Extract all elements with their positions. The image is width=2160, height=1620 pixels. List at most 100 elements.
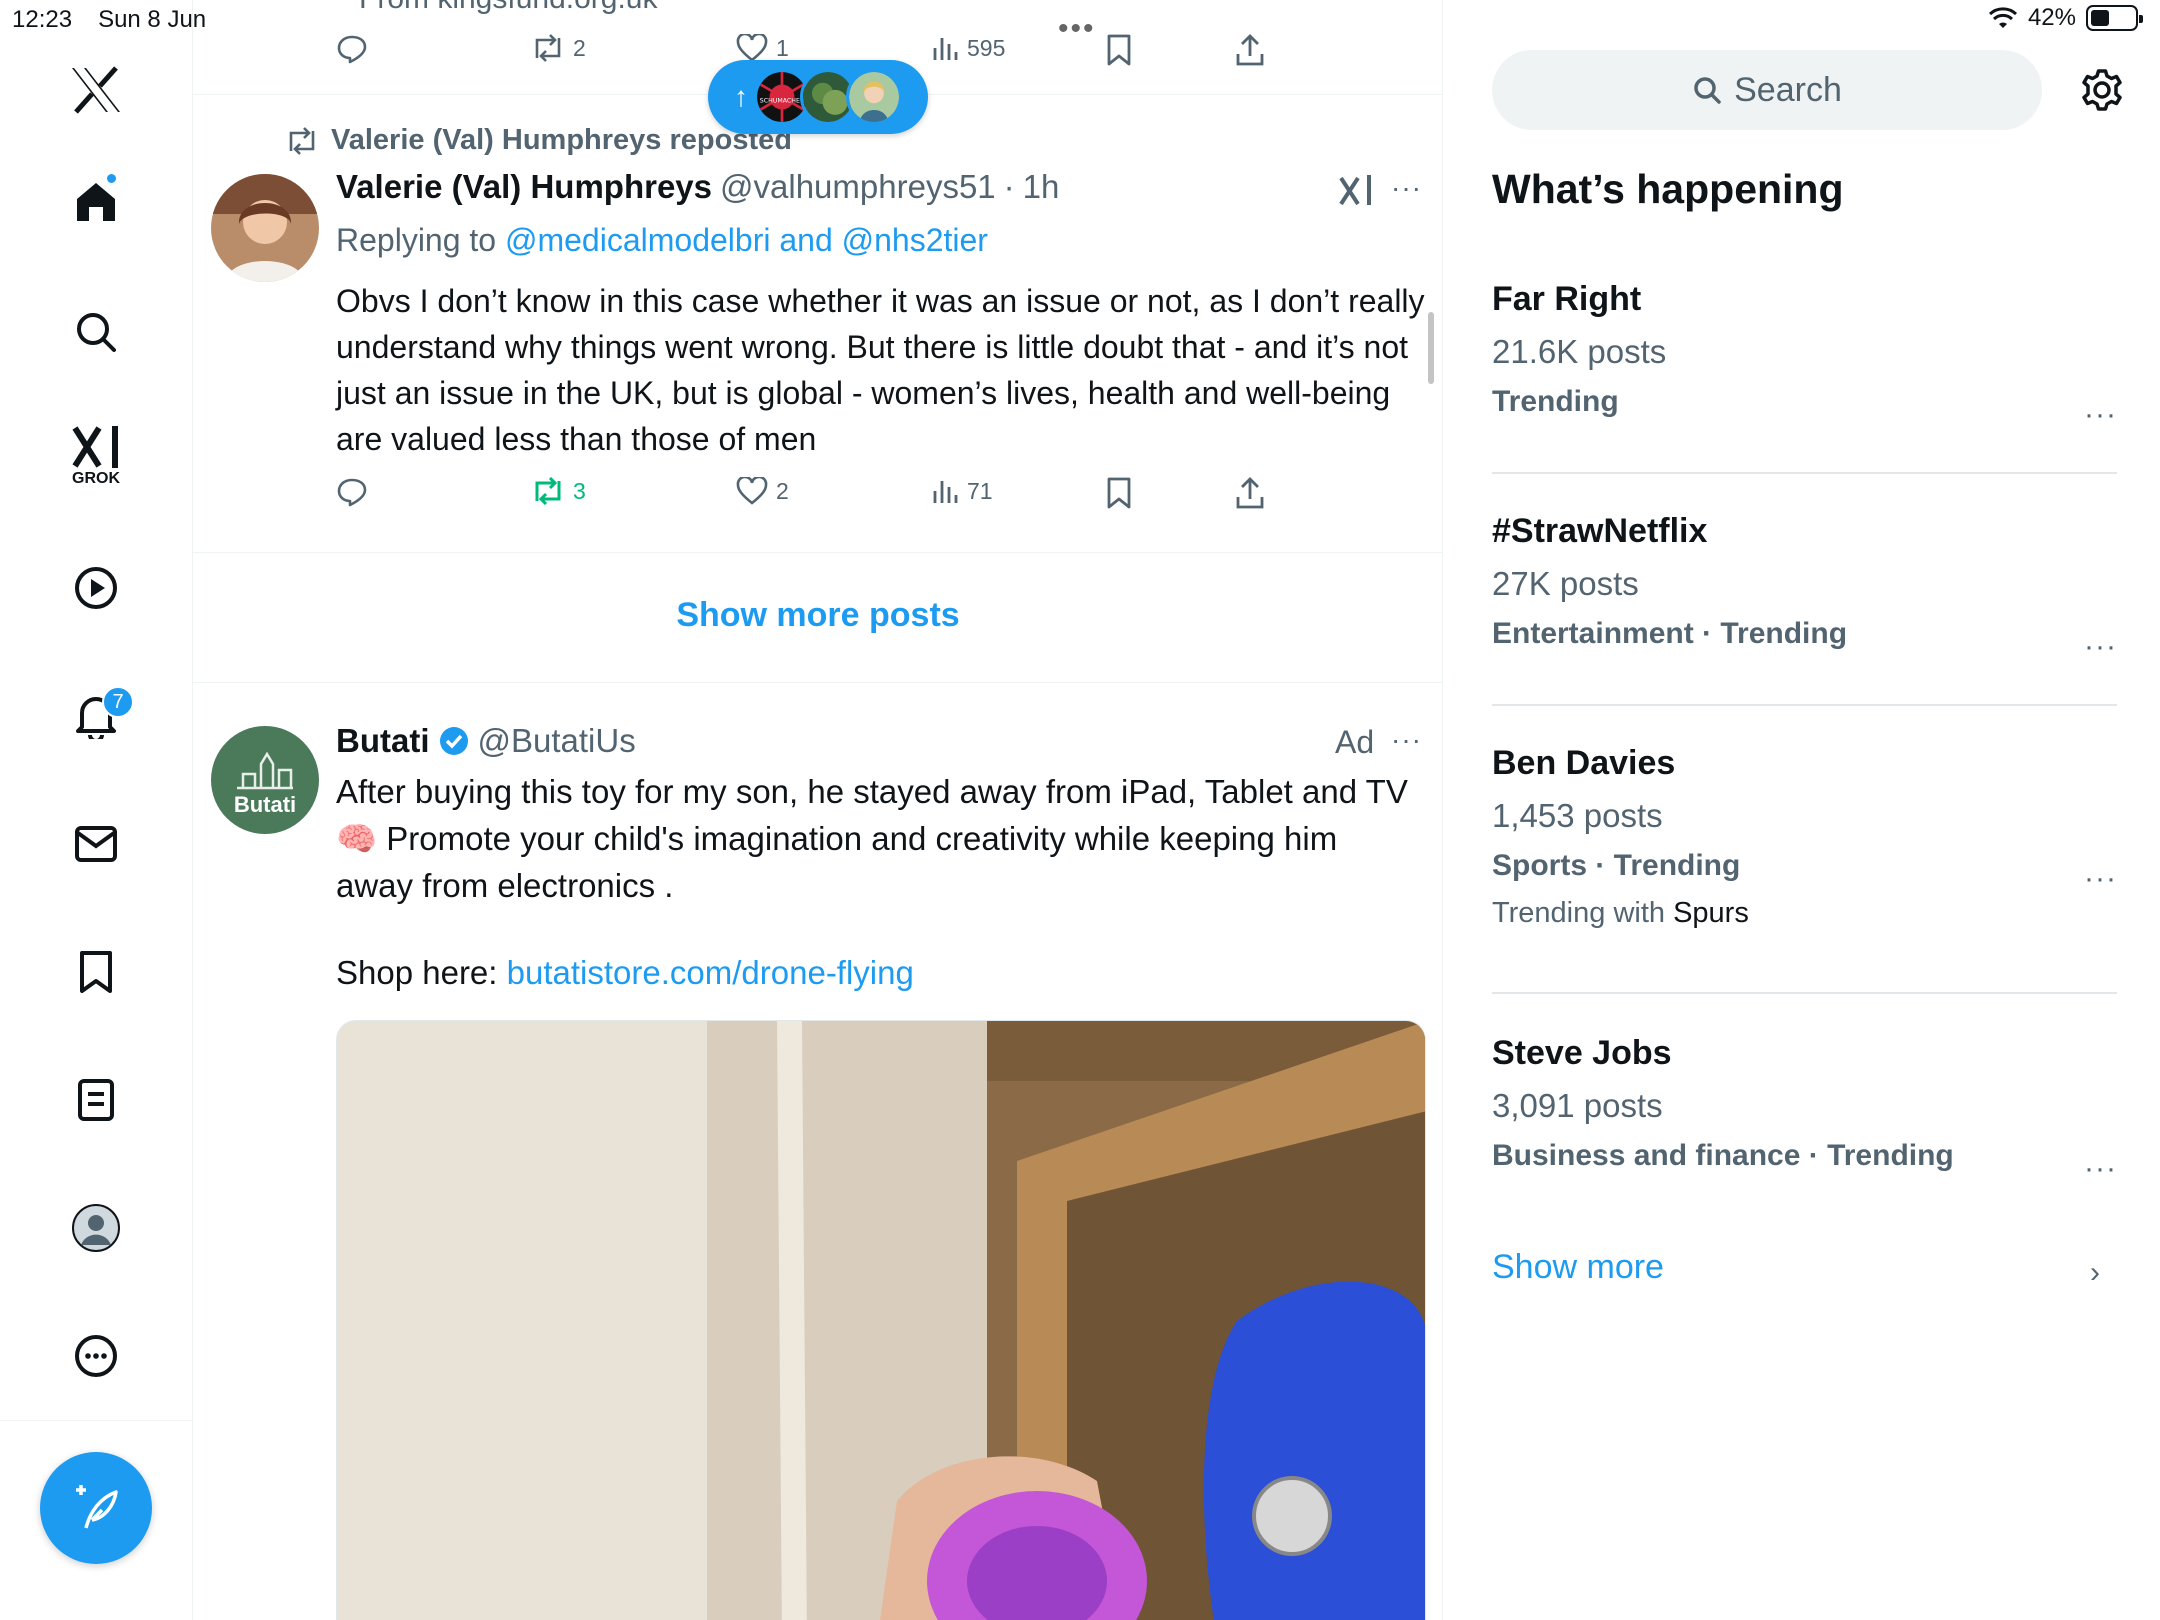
repost-context[interactable]: Valerie (Val) Humphreys reposted	[285, 124, 792, 157]
ad-video-frame	[337, 1021, 1425, 1620]
chevron-right-icon[interactable]: ›	[2090, 1256, 2100, 1290]
wifi-icon	[1988, 6, 2018, 30]
notifications-count-badge: 7	[102, 686, 134, 718]
share-button[interactable]	[1236, 34, 1264, 66]
search-icon[interactable]	[60, 296, 132, 368]
status-bar-right: 42%	[1988, 4, 2143, 32]
reply-button[interactable]	[336, 477, 368, 507]
repost-context-icon	[289, 126, 315, 155]
pill-avatar-3	[846, 69, 902, 125]
messages-mail-icon[interactable]	[60, 808, 132, 880]
verified-badge-icon	[438, 725, 470, 757]
share-button[interactable]	[1236, 477, 1264, 509]
trend-title: Ben Davies	[1492, 744, 1676, 782]
views-button[interactable]: 595	[931, 34, 1005, 62]
views-button[interactable]: 71	[931, 477, 993, 505]
repost-count: 3	[573, 477, 586, 504]
new-posts-pill[interactable]: ↑ SCHUMACHER	[708, 60, 928, 134]
show-more-posts-link[interactable]: Show more posts	[193, 596, 1442, 635]
bookmark-button[interactable]	[1106, 34, 1132, 66]
trend-title: #StrawNetflix	[1492, 512, 1708, 550]
home-icon[interactable]	[60, 166, 132, 238]
trend-item[interactable]: Ben Davies 1,453 posts Sports · Trending…	[1492, 744, 2117, 930]
section-divider	[193, 682, 1442, 683]
trend-category: Entertainment · Trending	[1492, 617, 1848, 650]
trend-divider	[1492, 992, 2117, 994]
pill-avatar-text: SCHUMACHER	[760, 97, 805, 104]
trend-title: Far Right	[1492, 280, 1642, 318]
profile-avatar-icon[interactable]	[60, 1192, 132, 1264]
ad-more-icon[interactable]: ···	[1391, 724, 1422, 756]
author-name[interactable]: Valerie (Val) Humphreys	[336, 168, 712, 206]
trending-with-prefix: Trending with	[1492, 897, 1666, 929]
battery-percent: 42%	[2027, 4, 2076, 31]
ad-author-handle[interactable]: @ButatiUs	[478, 722, 636, 760]
post-more-icon[interactable]: ···	[1391, 172, 1422, 204]
replying-prefix: Replying to	[336, 222, 497, 258]
grok-icon[interactable]: GROK	[60, 420, 132, 492]
show-more-trends-link[interactable]: Show more	[1492, 1248, 1664, 1287]
ad-header: Butati @ButatiUs	[336, 722, 636, 760]
trend-item[interactable]: #StrawNetflix 27K posts Entertainment · …	[1492, 512, 2117, 663]
scrollbar-thumb[interactable]	[1428, 312, 1434, 384]
compose-feather-icon	[72, 1484, 120, 1532]
battery-icon	[2086, 5, 2143, 31]
author-handle[interactable]: @valhumphreys51	[720, 168, 996, 206]
search-icon	[1692, 75, 1722, 105]
replying-users-link[interactable]: @medicalmodelbri and @nhs2tier	[505, 222, 988, 258]
trend-item[interactable]: Far Right 21.6K posts Trending ···	[1492, 280, 2117, 431]
repost-context-label: Valerie (Val) Humphreys reposted	[331, 124, 792, 156]
settings-gear-icon[interactable]	[2074, 62, 2130, 118]
search-input[interactable]: Search	[1492, 50, 2042, 130]
notifications-bell-icon[interactable]: 7	[60, 680, 134, 752]
home-unread-dot	[105, 172, 118, 185]
ad-author-avatar[interactable]: Butati	[211, 726, 319, 834]
trend-post-count: 3,091 posts	[1492, 1087, 1663, 1124]
like-button[interactable]: 1	[736, 34, 789, 62]
video-icon[interactable]	[60, 552, 132, 624]
more-options-icon[interactable]	[60, 1320, 132, 1392]
like-button[interactable]: 2	[736, 477, 789, 505]
views-count: 595	[967, 34, 1006, 61]
author-avatar[interactable]	[211, 174, 319, 282]
x-logo-icon[interactable]	[60, 54, 132, 126]
trending-with-name[interactable]: Spurs	[1673, 897, 1749, 929]
views-count: 71	[967, 477, 993, 504]
bookmark-button[interactable]	[1106, 477, 1132, 509]
post-time[interactable]: 1h	[1023, 168, 1060, 206]
trend-item[interactable]: Steve Jobs 3,091 posts Business and fina…	[1492, 1034, 2117, 1185]
sidebar-divider	[0, 1420, 193, 1421]
main-feed: From kingsfund.org.uk 2 1 595 Valerie (V…	[193, 0, 1443, 1620]
ad-author-name[interactable]: Butati	[336, 722, 430, 760]
ad-video-media[interactable]	[336, 1020, 1426, 1620]
trend-more-icon[interactable]: ···	[2084, 1152, 2117, 1186]
ad-text: After buying this toy for my son, he sta…	[336, 773, 1408, 904]
trend-post-count: 21.6K posts	[1492, 333, 1667, 370]
trend-post-count: 27K posts	[1492, 565, 1639, 602]
reply-button[interactable]	[336, 34, 368, 64]
trend-more-icon[interactable]: ···	[2084, 398, 2117, 432]
replying-to: Replying to @medicalmodelbri and @nhs2ti…	[336, 222, 988, 259]
trend-category: Sports · Trending	[1492, 849, 1741, 882]
post-divider	[193, 552, 1442, 553]
grok-explain-icon[interactable]	[1338, 172, 1374, 208]
trend-more-icon[interactable]: ···	[2084, 630, 2117, 664]
search-placeholder: Search	[1734, 70, 1842, 109]
bookmarks-icon[interactable]	[60, 936, 132, 1008]
trend-category: Trending	[1492, 385, 1619, 418]
repost-button[interactable]: 2	[531, 34, 586, 62]
repost-button[interactable]: 3	[531, 477, 586, 505]
post-actions: 3 2 71	[336, 477, 1336, 517]
post-header: Valerie (Val) Humphreys @valhumphreys51 …	[336, 168, 1059, 206]
compose-post-button[interactable]	[40, 1452, 152, 1564]
prev-post-source[interactable]: From kingsfund.org.uk	[359, 0, 657, 16]
post-text: Obvs I don’t know in this case whether i…	[336, 283, 1425, 457]
trend-more-icon[interactable]: ···	[2084, 862, 2117, 896]
time-separator: ·	[1003, 168, 1015, 205]
ad-shop-prefix: Shop here:	[336, 954, 498, 991]
like-count: 1	[776, 34, 789, 61]
trend-divider	[1492, 472, 2117, 474]
trend-divider	[1492, 704, 2117, 706]
ad-shop-link[interactable]: butatistore.com/drone-flying	[507, 954, 914, 991]
lists-icon[interactable]	[60, 1064, 132, 1136]
